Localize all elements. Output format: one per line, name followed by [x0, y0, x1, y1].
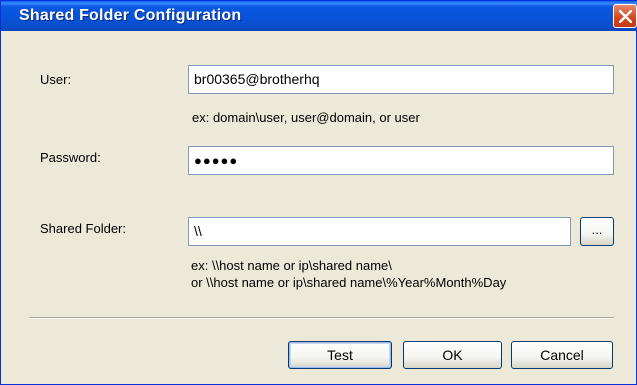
browse-button[interactable]: ...	[580, 217, 614, 246]
password-input[interactable]: ●●●●●	[188, 146, 614, 175]
ok-button[interactable]: OK	[403, 341, 502, 369]
title-bar: Shared Folder Configuration	[1, 1, 637, 31]
close-icon	[619, 10, 632, 23]
user-hint: ex: domain\user, user@domain, or user	[192, 110, 420, 125]
shared-folder-label: Shared Folder:	[40, 221, 126, 236]
shared-folder-dialog: Shared Folder Configuration User: br0036…	[0, 0, 637, 385]
close-button[interactable]	[613, 4, 637, 28]
shared-folder-hint-line2: or \\host name or ip\shared name\%Year%M…	[191, 275, 507, 290]
test-button[interactable]: Test	[288, 341, 392, 369]
shared-folder-hint-line1: ex: \\host name or ip\shared name\	[191, 258, 392, 273]
separator	[29, 317, 614, 319]
cancel-button[interactable]: Cancel	[511, 341, 613, 369]
password-label: Password:	[40, 150, 101, 165]
dialog-title: Shared Folder Configuration	[19, 7, 242, 24]
user-label: User:	[40, 72, 72, 87]
user-input[interactable]: br00365@brotherhq	[188, 65, 614, 94]
shared-folder-input[interactable]: \\	[188, 217, 571, 246]
